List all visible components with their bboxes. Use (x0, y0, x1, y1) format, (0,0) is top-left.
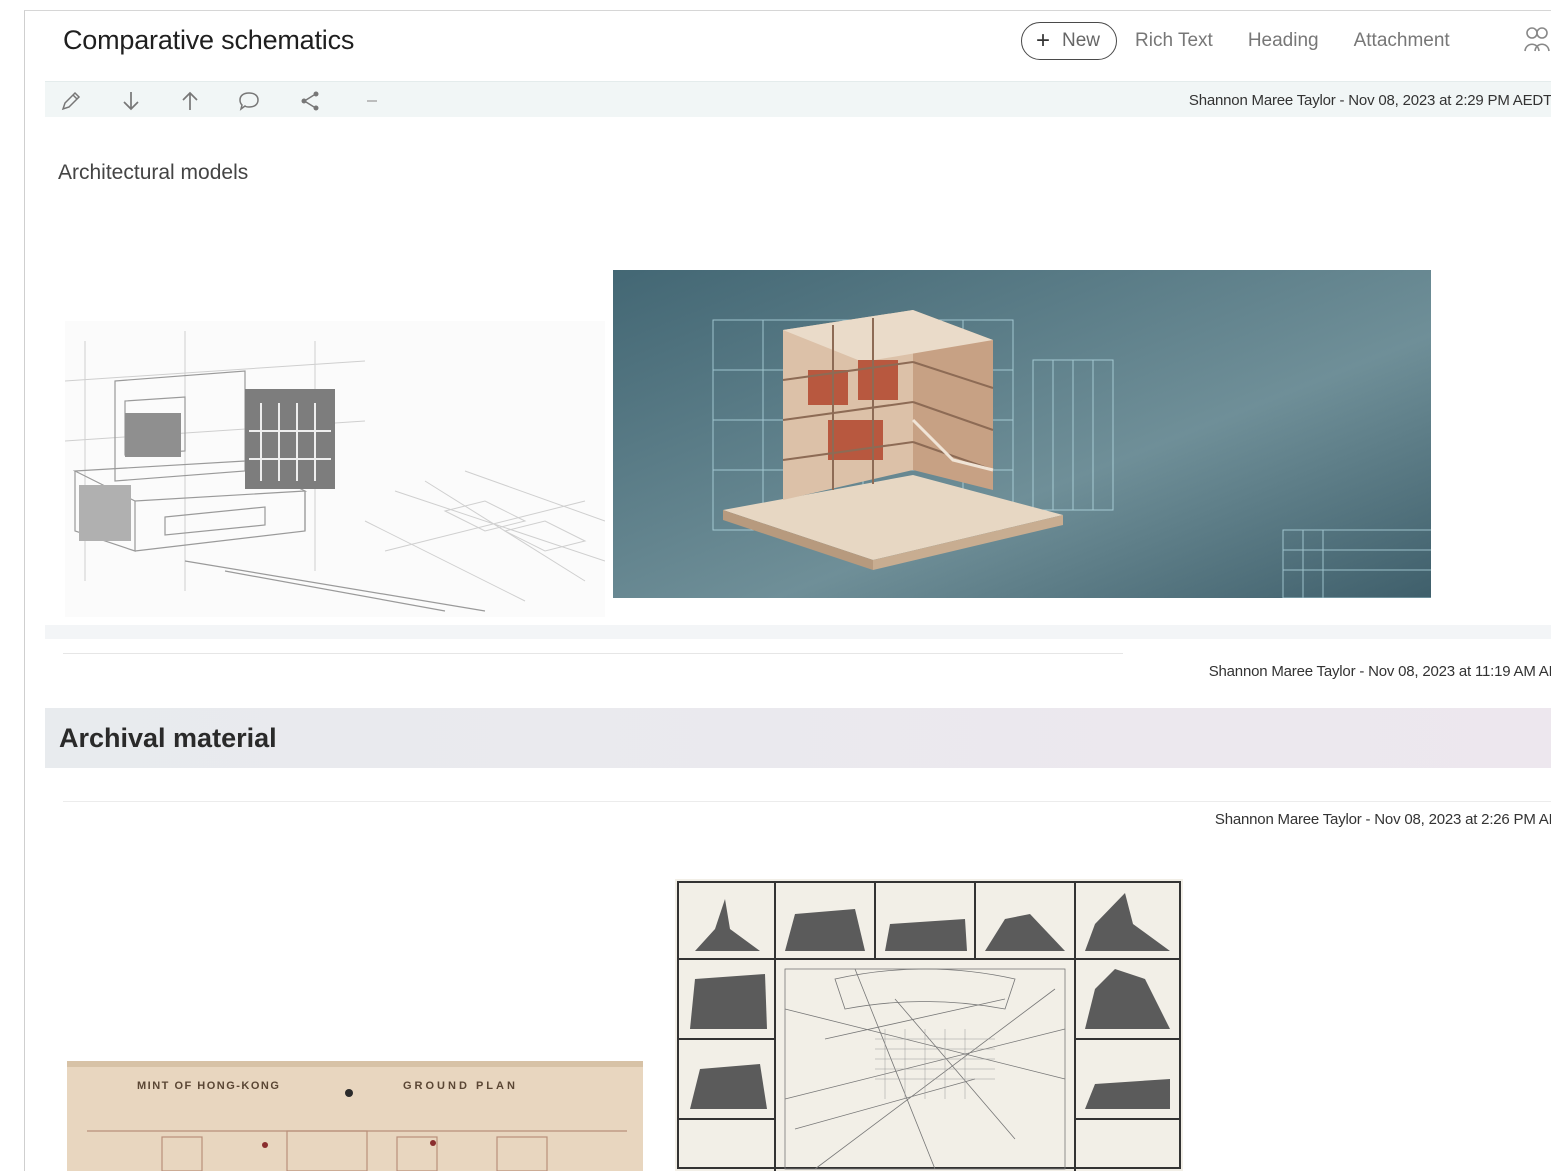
add-rich-text-button[interactable]: Rich Text (1135, 30, 1213, 52)
move-down-icon[interactable] (119, 89, 143, 113)
entry-author-timestamp: Shannon Maree Taylor - Nov 08, 2023 at 2… (1188, 92, 1551, 109)
page-header: Comparative schematics + New Rich Text H… (25, 11, 1551, 71)
architectural-sketch-image[interactable] (65, 321, 605, 617)
notebook-frame: Comparative schematics + New Rich Text H… (24, 10, 1551, 1171)
page-title: Comparative schematics (63, 25, 355, 55)
plan-caption-left: MINT OF HONG-KONG (137, 1080, 280, 1092)
entry-rule (63, 653, 1123, 654)
move-up-icon[interactable] (178, 89, 202, 113)
entry-rule (63, 801, 1551, 802)
entry-author-timestamp: Shannon Maree Taylor - Nov 08, 2023 at 2… (1214, 811, 1551, 828)
collapse-icon[interactable] (360, 89, 384, 113)
entry-text: Architectural models (58, 161, 249, 184)
entry-divider (45, 625, 1551, 639)
collaborators-icon[interactable] (1522, 25, 1551, 55)
entry-toolbar: Shannon Maree Taylor - Nov 08, 2023 at 2… (45, 81, 1551, 118)
new-entry-label: New (1062, 30, 1101, 51)
header-actions: + New Rich Text Heading Attachment (1021, 21, 1467, 61)
plan-caption-right: GROUND PLAN (403, 1080, 518, 1092)
heading-author-timestamp: Shannon Maree Taylor - Nov 08, 2023 at 1… (1208, 663, 1551, 680)
share-icon[interactable] (298, 89, 322, 113)
section-heading: Archival material (59, 723, 277, 753)
add-heading-button[interactable]: Heading (1248, 30, 1319, 52)
heading-entry[interactable]: Archival material (45, 708, 1551, 768)
add-attachment-button[interactable]: Attachment (1354, 30, 1450, 52)
archival-map-image[interactable] (675, 879, 1183, 1171)
comment-icon[interactable] (237, 89, 261, 113)
edit-icon[interactable] (59, 89, 83, 113)
architectural-model-render-image[interactable] (613, 270, 1431, 598)
plus-icon: + (1036, 27, 1051, 54)
ground-plan-image[interactable]: MINT OF HONG-KONG GROUND PLAN (67, 1061, 643, 1171)
new-entry-button[interactable]: + New (1021, 22, 1118, 60)
